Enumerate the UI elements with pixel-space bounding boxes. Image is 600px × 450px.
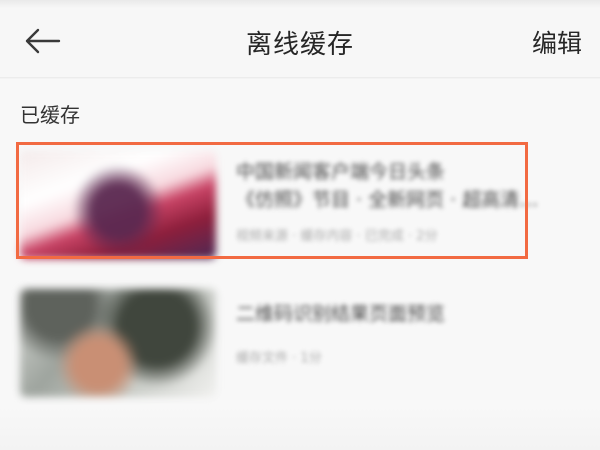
cache-content-area: 已缓存 中国新闻客户端今日头条 《仿照》节目 · 全新网页 · 超高清影视...… — [0, 79, 600, 450]
cached-video-item-1[interactable]: 中国新闻客户端今日头条 《仿照》节目 · 全新网页 · 超高清影视... 视频来… — [0, 141, 600, 261]
status-bar-fade — [0, 0, 600, 8]
video-title-line-1[interactable]: 二维码识别结果页面预览 — [236, 299, 556, 329]
bottom-spacer — [0, 405, 600, 450]
video-thumbnail-1[interactable] — [20, 151, 216, 259]
page-title: 离线缓存 — [245, 30, 354, 60]
video-title-line-2[interactable]: 《仿照》节目 · 全新网页 · 超高清影视... — [236, 185, 556, 215]
video-meta-1: 视频来源 · 缓存内容 · 已完成 · 2分 — [236, 229, 438, 244]
video-thumbnail-2[interactable] — [20, 289, 216, 397]
video-title-line-1[interactable]: 中国新闻客户端今日头条 — [236, 157, 556, 187]
cached-section-label: 已缓存 — [20, 103, 80, 127]
top-navigation-bar: 离线缓存 编辑 — [0, 0, 600, 78]
cached-video-item-2[interactable]: 二维码识别结果页面预览 缓存文件 · 1分 — [0, 279, 600, 399]
edit-button[interactable]: 编辑 — [532, 24, 582, 60]
video-meta-2: 缓存文件 · 1分 — [236, 351, 322, 366]
